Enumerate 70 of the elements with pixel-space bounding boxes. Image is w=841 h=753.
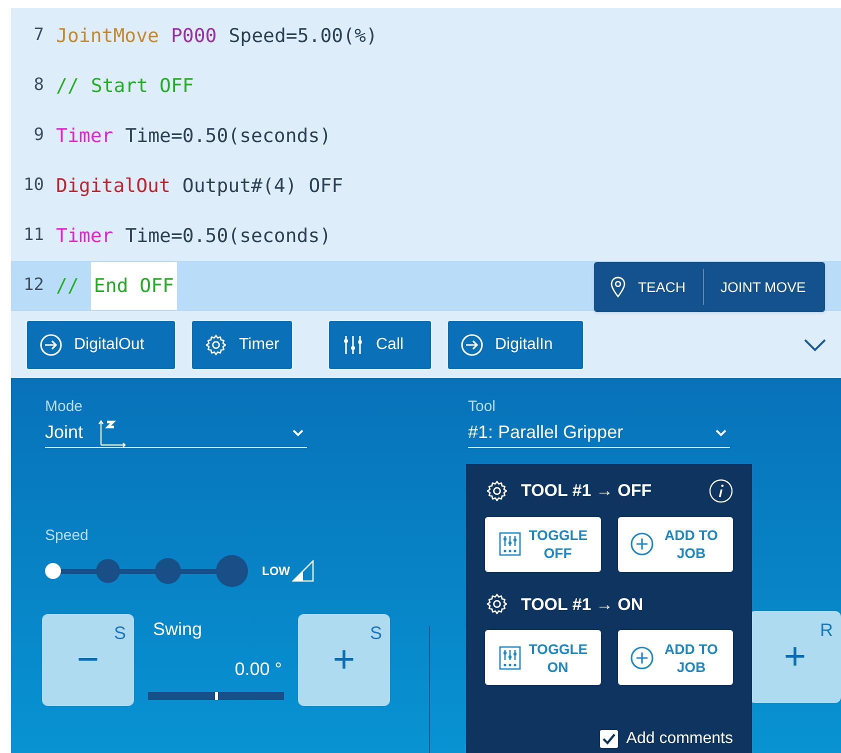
- swing-label: Swing: [153, 618, 204, 640]
- chevron-down-icon: [803, 338, 827, 352]
- sliders-panel-icon: [498, 646, 521, 670]
- ramp-icon: [292, 560, 314, 582]
- code-token: Time=0.50(seconds): [125, 224, 332, 249]
- expand-button[interactable]: [803, 338, 827, 352]
- toggle-button[interactable]: TOGGLE ON: [485, 630, 600, 685]
- slider-thumb[interactable]: [215, 692, 218, 700]
- toolbar-button[interactable]: Timer: [192, 320, 292, 368]
- toggle-button[interactable]: TOGGLE OFF: [485, 516, 600, 572]
- increase-button[interactable]: + R: [749, 610, 841, 702]
- chevron-down-icon: [292, 428, 304, 436]
- speed-step[interactable]: [45, 563, 61, 579]
- swing-value: 0.00 °: [234, 658, 283, 680]
- toolbar-button[interactable]: DigitalIn: [448, 320, 583, 368]
- toolbar-button[interactable]: Call: [329, 320, 431, 368]
- increase-button[interactable]: + S: [298, 614, 390, 706]
- add-to-job-button[interactable]: ADD TO JOB: [618, 516, 733, 572]
- tool-dropdown[interactable]: #1: Parallel Gripper: [468, 418, 730, 448]
- code-comment: Start OFF: [90, 74, 194, 99]
- settings-icon: [204, 332, 228, 356]
- speed-stepper[interactable]: [45, 555, 248, 587]
- field-label: Tool: [468, 397, 497, 417]
- decrease-button[interactable]: − S: [42, 614, 134, 706]
- code-token: Speed=5.00(%): [228, 24, 378, 49]
- code-token: Timer: [56, 124, 114, 149]
- plus-circle-icon: [630, 646, 654, 670]
- code-comment: End OFF: [90, 262, 177, 310]
- code-token: Output#(4): [182, 174, 297, 199]
- arrow-in-circle-icon: [39, 332, 63, 356]
- arrow-in-circle-icon: [460, 332, 484, 356]
- checkbox[interactable]: [600, 730, 618, 748]
- speed-indicator: LOW: [262, 563, 290, 580]
- info-icon[interactable]: [709, 478, 733, 503]
- swing-slider[interactable]: [148, 692, 284, 700]
- line-number: 11: [22, 224, 44, 248]
- axis-label: S: [370, 622, 382, 645]
- chevron-down-icon: [715, 428, 727, 436]
- section-title: TOOL #1 → OFF: [521, 480, 652, 502]
- line-number: 7: [32, 24, 44, 48]
- line-number: 12: [22, 274, 44, 298]
- mode-dropdown[interactable]: Joint: [45, 418, 307, 448]
- add-to-job-button[interactable]: ADD TO JOB: [618, 630, 733, 685]
- sliders-panel-icon: [498, 532, 521, 556]
- joint-move-button[interactable]: JOINT MOVE: [704, 262, 822, 312]
- settings-icon: [485, 478, 509, 503]
- line-number: 9: [32, 124, 44, 148]
- location-pin-icon: [610, 276, 626, 298]
- field-label: Speed: [45, 526, 90, 546]
- plus-circle-icon: [630, 532, 654, 556]
- code-token: Time=0.50(seconds): [125, 124, 332, 149]
- line-number: 8: [32, 74, 44, 98]
- axes-icon: [97, 418, 128, 448]
- add-comments-checkbox[interactable]: Add comments: [485, 727, 733, 751]
- section-title: TOOL #1 → ON: [521, 594, 644, 616]
- axis-label: R: [820, 618, 833, 642]
- axis-label: S: [114, 622, 126, 645]
- checkmark-icon: [602, 733, 616, 745]
- line-number: 10: [22, 174, 44, 198]
- code-token: P000: [170, 24, 217, 49]
- teach-button[interactable]: TEACH: [594, 262, 704, 312]
- code-comment: //: [56, 274, 79, 299]
- code-token: DigitalOut: [56, 174, 170, 199]
- code-token: Timer: [56, 224, 114, 249]
- code-comment: //: [56, 74, 79, 99]
- toolbar-button[interactable]: DigitalOut: [27, 320, 175, 368]
- field-label: Mode: [45, 397, 84, 417]
- code-token: OFF: [308, 174, 344, 199]
- settings-icon: [485, 592, 509, 616]
- code-token: JointMove: [56, 24, 159, 49]
